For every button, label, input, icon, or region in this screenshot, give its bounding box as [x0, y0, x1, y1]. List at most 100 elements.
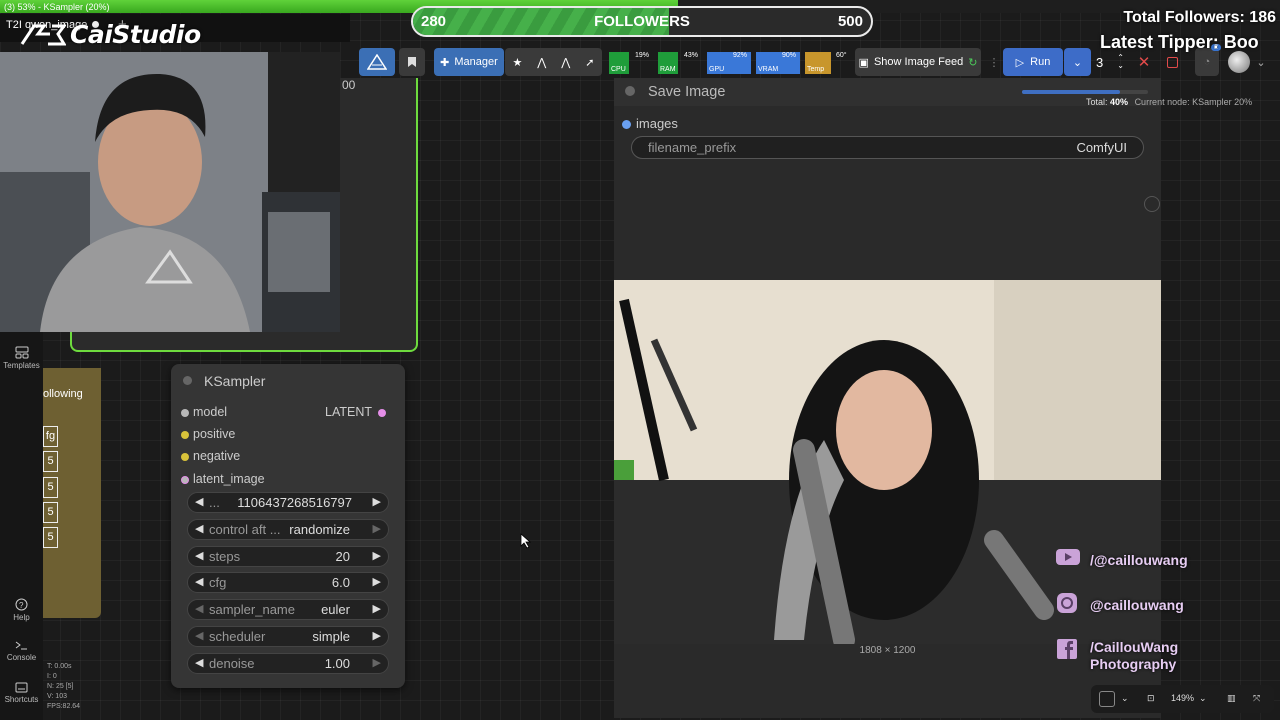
- save-image-node[interactable]: Save Image images filename_prefix ComfyU…: [614, 78, 1161, 718]
- port-dot[interactable]: [181, 476, 189, 484]
- steps-widget[interactable]: ◀ steps 20 ▶: [187, 546, 389, 567]
- facebook-icon: [1057, 639, 1077, 659]
- node-collapse-dot[interactable]: [625, 86, 635, 96]
- console-icon: [15, 641, 27, 650]
- queue-progress-bar: [1022, 90, 1148, 94]
- widget-value: randomize: [289, 522, 350, 537]
- stat-fps: FPS:82.64: [47, 703, 81, 710]
- manager-label: Manager: [454, 56, 498, 68]
- port-dot[interactable]: [622, 120, 631, 129]
- input-port-positive[interactable]: positive: [181, 427, 236, 441]
- console-label: Console: [6, 653, 37, 662]
- total-progress-value: 40%: [1110, 97, 1129, 107]
- ksampler-node[interactable]: KSampler model positive negative latent_…: [171, 364, 405, 688]
- help-icon: ?: [15, 598, 28, 611]
- keyboard-icon: [15, 682, 28, 693]
- share-icon[interactable]: ➚: [585, 56, 594, 69]
- mouse-cursor-icon: [520, 533, 532, 549]
- ksampler-title: KSampler: [204, 373, 266, 389]
- window-title: (3) 53% - KSampler (20%): [4, 2, 110, 12]
- webcam-feed: [0, 52, 340, 332]
- queue-progress-fill: [1022, 90, 1121, 94]
- stat-time: T: 0.00s: [47, 663, 72, 670]
- control-after-generate-widget[interactable]: ◀ control aft ... randomize ▶: [187, 519, 389, 540]
- decrement-icon[interactable]: ◀: [195, 602, 203, 615]
- stat-v: V: 103: [47, 693, 67, 700]
- partial-node-cell: 5: [43, 451, 58, 472]
- filename-prefix-field[interactable]: filename_prefix ComfyUI: [631, 136, 1144, 159]
- port-label: positive: [193, 427, 236, 441]
- sidebar-item-shortcuts[interactable]: Shortcuts: [0, 682, 43, 704]
- increment-icon[interactable]: ▶: [373, 575, 381, 588]
- node-widget-value[interactable]: 00: [342, 78, 355, 92]
- scheduler-widget[interactable]: ◀ scheduler simple ▶: [187, 626, 389, 647]
- input-port-model[interactable]: model: [181, 405, 228, 419]
- widget-label: control aft ...: [209, 522, 281, 537]
- increment-icon[interactable]: ▶: [373, 629, 381, 642]
- comfy-logo-button[interactable]: [359, 48, 395, 76]
- seed-widget[interactable]: ◀ ... 1106437268516797 ▶: [187, 492, 389, 513]
- star-icon[interactable]: ★: [512, 56, 522, 69]
- output-port-latent[interactable]: LATENT: [325, 405, 386, 419]
- left-sidebar: Templates ? Help Console Shortcuts: [0, 332, 43, 720]
- cpu-value: 19%: [635, 52, 650, 59]
- port-dot[interactable]: [181, 431, 189, 439]
- increment-icon[interactable]: ▶: [373, 495, 381, 508]
- decrement-icon[interactable]: ◀: [195, 522, 203, 535]
- denoise-widget[interactable]: ◀ denoise 1.00 ▶: [187, 653, 389, 674]
- sidebar-item-console[interactable]: Console: [0, 640, 43, 662]
- select-mode-icon[interactable]: [1099, 691, 1115, 707]
- link-visibility-icon[interactable]: ⤧: [1253, 693, 1260, 704]
- ram-label: RAM: [660, 66, 676, 73]
- progress-status: Total: 40% Current node: KSampler 20%: [1086, 97, 1252, 107]
- decrement-icon[interactable]: ◀: [195, 575, 203, 588]
- port-label: model: [193, 405, 228, 419]
- chevron-down-icon[interactable]: ⌄: [1199, 693, 1207, 704]
- increment-icon[interactable]: ▶: [373, 549, 381, 562]
- cpu-label: CPU: [611, 66, 626, 73]
- input-port-latent-image[interactable]: latent_image: [181, 472, 265, 486]
- help-label: Help: [13, 613, 30, 622]
- resize-handle[interactable]: [1144, 196, 1160, 212]
- decrement-icon[interactable]: ◀: [195, 656, 203, 669]
- sidebar-item-help[interactable]: ? Help: [0, 598, 43, 622]
- node-icon[interactable]: ⋀: [561, 56, 570, 69]
- show-image-feed-button[interactable]: ▣ Show Image Feed ↻: [855, 48, 981, 76]
- puzzle-icon: ✚: [440, 56, 450, 69]
- run-button[interactable]: ▷ Run: [1003, 48, 1063, 76]
- manager-button[interactable]: ✚ Manager: [434, 48, 504, 76]
- bookmark-button[interactable]: [399, 48, 425, 76]
- sampler-name-widget[interactable]: ◀ sampler_name euler ▶: [187, 599, 389, 620]
- increment-icon[interactable]: ▶: [373, 656, 381, 669]
- fit-view-icon[interactable]: ⊡: [1147, 693, 1155, 704]
- drag-handle-icon[interactable]: ⋮: [989, 48, 1000, 76]
- port-dot[interactable]: [378, 409, 386, 417]
- input-port-images[interactable]: images: [622, 116, 678, 131]
- sidebar-item-templates[interactable]: Templates: [0, 346, 43, 370]
- increment-icon[interactable]: ▶: [373, 522, 381, 535]
- decrement-icon[interactable]: ◀: [195, 629, 203, 642]
- widget-label: sampler_name: [209, 602, 295, 617]
- stepper-icon[interactable]: ⌃ ⌄: [1117, 54, 1124, 70]
- increment-icon[interactable]: ▶: [373, 602, 381, 615]
- minimap-icon[interactable]: ▥: [1227, 693, 1236, 704]
- chevron-down-icon[interactable]: ⌄: [1121, 693, 1129, 704]
- image-feed-label: Show Image Feed: [873, 56, 964, 68]
- image-dimensions: 1808 × 1200: [859, 645, 916, 656]
- decrement-icon[interactable]: ◀: [195, 549, 203, 562]
- model-icon[interactable]: ⋀: [537, 56, 546, 69]
- port-dot[interactable]: [181, 409, 189, 417]
- node-collapse-dot[interactable]: [183, 376, 192, 385]
- port-label: LATENT: [325, 405, 372, 419]
- shortcuts-label: Shortcuts: [4, 695, 39, 704]
- selected-node-frame[interactable]: [340, 78, 418, 350]
- decrement-icon[interactable]: ◀: [195, 495, 203, 508]
- zoom-level[interactable]: 149%: [1171, 693, 1194, 703]
- port-dot[interactable]: [181, 453, 189, 461]
- stop-icon: [1166, 56, 1178, 68]
- input-port-negative[interactable]: negative: [181, 449, 240, 463]
- gpu-label: GPU: [709, 66, 725, 73]
- cfg-widget[interactable]: ◀ cfg 6.0 ▶: [187, 572, 389, 593]
- followers-goal-bar: 280 FOLLOWERS 500: [411, 6, 873, 37]
- run-mode-dropdown[interactable]: ⌄: [1064, 48, 1091, 76]
